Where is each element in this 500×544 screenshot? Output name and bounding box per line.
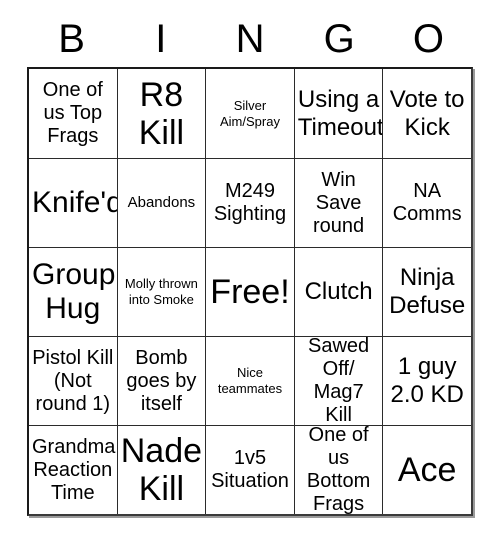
bingo-cell-i2[interactable]: Abandons: [116, 158, 206, 247]
bingo-cell-i4[interactable]: Bomb goes by itself: [116, 336, 206, 425]
bingo-cell-g4[interactable]: Sawed Off/ Mag7 Kill: [293, 336, 383, 425]
bingo-cell-o2[interactable]: NA Comms: [382, 158, 471, 247]
bingo-cell-label: Ninja Defuse: [389, 264, 466, 319]
bingo-cell-label: Abandons: [127, 194, 196, 211]
bingo-cell-label: 1v5 Situation: [211, 447, 289, 492]
bingo-cell-label: Vote to Kick: [389, 85, 465, 141]
bingo-cell-label: One of us Top Frags: [42, 79, 103, 147]
bingo-cell-b4[interactable]: Pistol Kill (Not round 1): [29, 336, 117, 425]
bingo-header-letter-o: O: [412, 16, 444, 61]
bingo-cell-b5[interactable]: Grandma Reaction Time: [29, 425, 117, 514]
bingo-header-row: BINGO: [27, 10, 473, 67]
bingo-cell-o5[interactable]: Ace: [382, 425, 471, 514]
bingo-cell-o4[interactable]: 1 guy 2.0 KD: [382, 336, 471, 425]
bingo-cell-g3[interactable]: Clutch: [293, 247, 383, 336]
bingo-cell-label: 1 guy 2.0 KD: [390, 353, 464, 408]
bingo-cell-label: Silver Aim/Spray: [220, 97, 280, 129]
bingo-cell-n3[interactable]: Free!: [205, 247, 294, 336]
bingo-card: B I N G O One of us Top Frags R8 Kill Silver A…: [27, 10, 473, 516]
bingo-cell-n2[interactable]: M249 Sighting: [205, 158, 294, 247]
bingo-cell-n4[interactable]: Nice teammates: [205, 336, 294, 425]
bingo-header-letter-n: N: [235, 16, 265, 61]
bingo-cell-label: Group Hug: [32, 258, 116, 325]
bingo-cell-b2[interactable]: Knife'd: [29, 158, 117, 247]
bingo-cell-label: M249 Sighting: [213, 180, 287, 225]
bingo-row: One of us Top Frags R8 Kill Silver Aim/Spr…: [29, 69, 471, 158]
bingo-cell-label: Bomb goes by itself: [126, 346, 197, 415]
bingo-cell-g1[interactable]: Using a Timeout: [293, 69, 383, 158]
bingo-cell-label: Using a Timeout: [297, 85, 383, 141]
bingo-header-letter-b: B: [58, 16, 85, 61]
bingo-cell-label: One of us Bottom Frags: [306, 425, 371, 514]
bingo-row: Knife'd Abandons M249 Sighting Win Save rou…: [29, 158, 471, 247]
bingo-cell-i1[interactable]: R8 Kill: [116, 69, 206, 158]
bingo-cell-label: Pistol Kill (Not round 1): [32, 346, 114, 415]
bingo-cell-label: Ace: [397, 451, 457, 489]
bingo-cell-n5[interactable]: 1v5 Situation: [205, 425, 294, 514]
bingo-cell-i3[interactable]: Molly thrown into Smoke: [116, 247, 206, 336]
bingo-cell-g2[interactable]: Win Save round: [293, 158, 383, 247]
bingo-cell-g5[interactable]: One of us Bottom Frags: [293, 425, 383, 514]
bingo-cell-label: R8 Kill: [138, 75, 185, 152]
bingo-header-letter-g: G: [323, 16, 355, 61]
bingo-row: Group Hug Molly thrown into Smoke Free! Clu…: [29, 247, 471, 336]
bingo-cell-label: Clutch: [304, 278, 373, 305]
bingo-grid: One of us Top Frags R8 Kill Silver Aim/Spr…: [27, 67, 473, 516]
bingo-cell-label: Sawed Off/ Mag7 Kill: [308, 336, 370, 425]
bingo-cell-label: Nade Kill: [120, 432, 203, 508]
bingo-cell-b3[interactable]: Group Hug: [29, 247, 117, 336]
bingo-cell-o3[interactable]: Ninja Defuse: [382, 247, 471, 336]
bingo-cell-label: Win Save round: [313, 168, 365, 237]
bingo-cell-o1[interactable]: Vote to Kick: [382, 69, 471, 158]
bingo-cell-label: Molly thrown into Smoke: [124, 276, 198, 307]
bingo-cell-b1[interactable]: One of us Top Frags: [29, 69, 117, 158]
bingo-cell-label: NA Comms: [392, 180, 462, 225]
bingo-row: Grandma Reaction Time Nade Kill 1v5 Situat…: [29, 425, 471, 514]
bingo-cell-i5[interactable]: Nade Kill: [116, 425, 206, 514]
bingo-row: Pistol Kill (Not round 1) Bomb goes by it…: [29, 336, 471, 425]
bingo-cell-n1[interactable]: Silver Aim/Spray: [205, 69, 294, 158]
bingo-cell-label: Nice teammates: [217, 365, 283, 396]
bingo-cell-label: Knife'd: [32, 186, 117, 219]
bingo-header-letter-i: I: [155, 16, 167, 61]
bingo-cell-label: Grandma Reaction Time: [32, 435, 116, 504]
bingo-cell-label: Free!: [210, 273, 290, 311]
